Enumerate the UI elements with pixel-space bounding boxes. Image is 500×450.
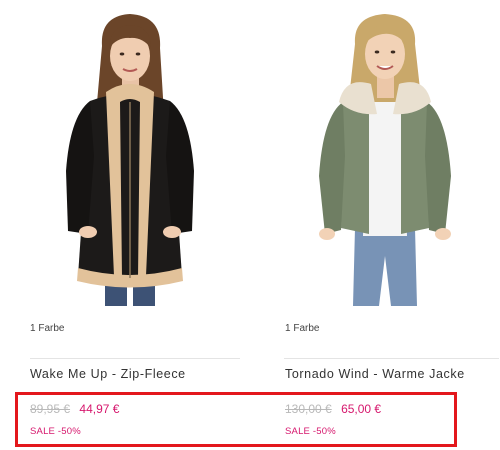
product-card-tornado-wind[interactable]: 1 Farbe Tornado Wind - Warme Jacke 130,0… [270, 0, 500, 450]
product-image[interactable] [305, 6, 465, 306]
color-count: 1 Farbe [285, 323, 320, 334]
product-name[interactable]: Wake Me Up - Zip-Fleece [30, 367, 186, 381]
price-highlight-box [15, 392, 457, 447]
product-image[interactable] [50, 6, 210, 306]
product-card-wake-me-up[interactable]: 1 Farbe Wake Me Up - Zip-Fleece 89,95 € … [15, 0, 245, 450]
color-count: 1 Farbe [30, 323, 65, 334]
product-name[interactable]: Tornado Wind - Warme Jacke [285, 367, 465, 381]
divider [30, 358, 240, 359]
divider [284, 358, 499, 359]
